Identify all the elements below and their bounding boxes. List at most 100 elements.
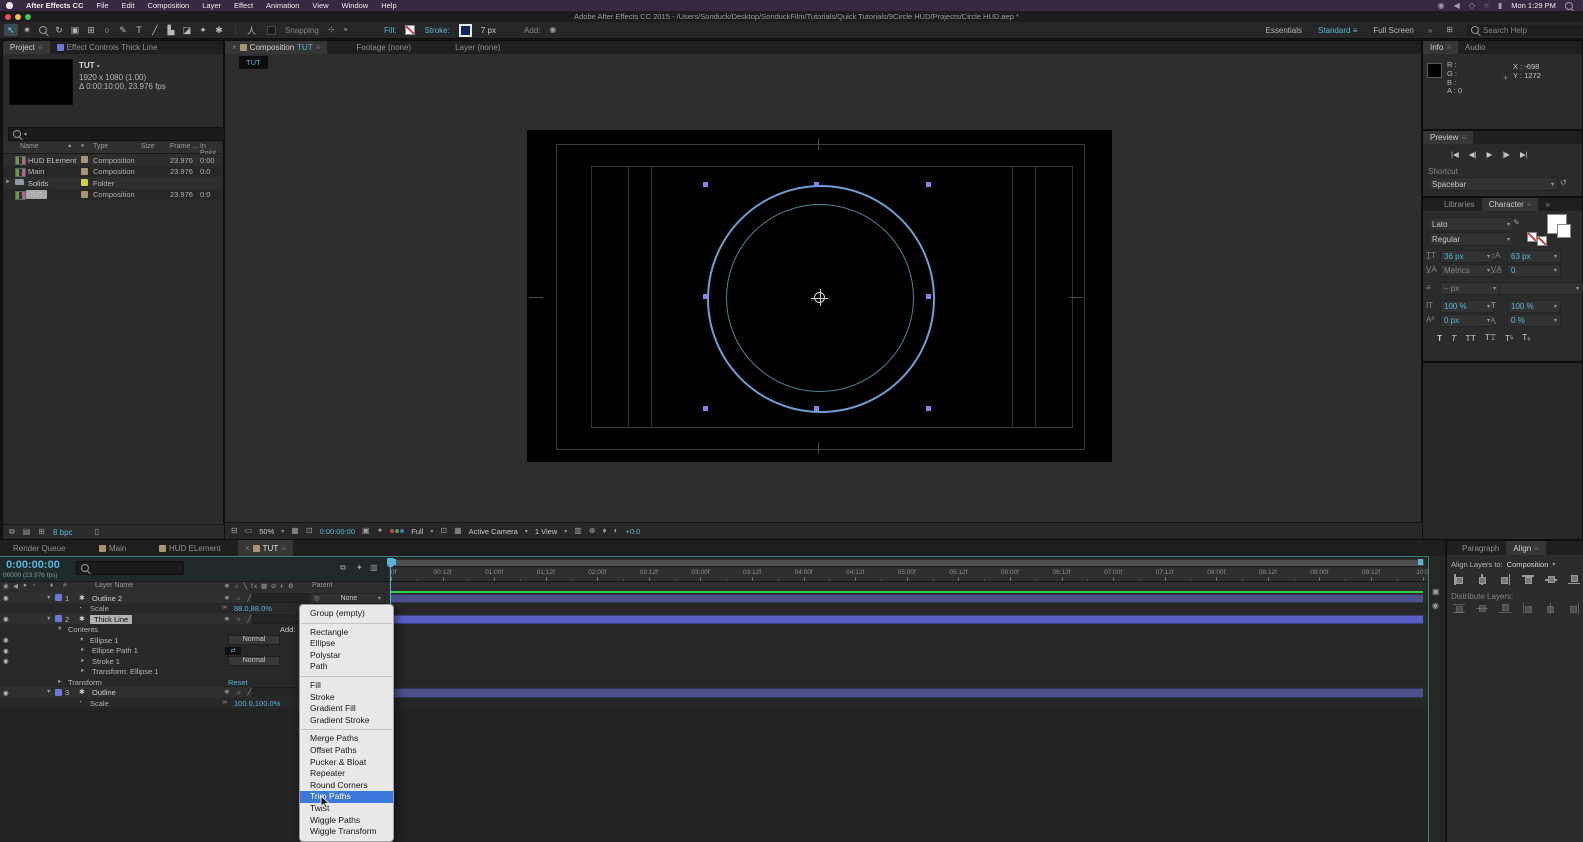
layer-name[interactable]: Outline 2 [92, 594, 122, 603]
clone-stamp-tool-icon[interactable]: ▙ [164, 24, 178, 36]
property-row[interactable]: ◔Scale∞88.0,88.0%I [0, 602, 1428, 614]
group-name[interactable]: Ellipse 1 [90, 636, 118, 645]
project-item-name[interactable]: TUT [26, 190, 47, 200]
property-value[interactable]: 88.0,88.0% [234, 604, 272, 613]
first-frame-button[interactable]: |◀ [1451, 150, 1459, 159]
blend-mode-select[interactable]: Normal [228, 635, 280, 645]
fill-label[interactable]: Fill: [384, 26, 396, 35]
add-shape-button[interactable]: Add: [280, 625, 295, 634]
property-row[interactable]: ◉►Ellipse Path 1⇄I [0, 644, 1428, 656]
project-row[interactable]: ► Solids Folder [3, 177, 221, 189]
layer-row[interactable]: ◉▼3✱Outline❖ ☼ ╱◎None▾ [0, 686, 1428, 698]
snap-guide-icon[interactable]: ⌖ [344, 26, 349, 34]
stroke-width-value[interactable]: 7 px [481, 26, 496, 35]
group-twirl-icon[interactable]: ► [80, 658, 85, 664]
all-caps-icon[interactable]: TT [1465, 333, 1475, 343]
eyedropper-icon[interactable]: ✎ [1513, 219, 1520, 227]
kerning-select[interactable]: Metrics ▾ [1440, 264, 1494, 277]
show-snapshot-icon[interactable]: ✦ [377, 527, 384, 535]
tab-comp-tut[interactable]: × TUT ≡ [238, 540, 293, 556]
mask-visibility-icon[interactable]: ⊡ [306, 527, 313, 535]
transparency-grid-icon[interactable]: ▦ [454, 527, 462, 535]
layer-switches[interactable]: ❖ ☼ ╱ [224, 594, 253, 602]
project-row[interactable]: HUD ELement Composition 23.976 0:00 [3, 154, 221, 166]
align-bottom-icon[interactable] [1568, 574, 1580, 585]
tab-preview[interactable]: Preview ≡ [1423, 131, 1474, 144]
fast-previews-icon[interactable]: ⊕ [589, 527, 596, 535]
tsume-select[interactable]: 0 % ▾ [1507, 314, 1561, 327]
layer-duration-bar[interactable] [391, 688, 1423, 698]
stroke-color-swatch[interactable] [458, 23, 472, 37]
exposure-value[interactable]: +0.0 [625, 527, 640, 536]
distribute-right-icon[interactable] [1568, 603, 1580, 614]
no-fill-swatch[interactable] [1527, 232, 1537, 242]
tab-audio[interactable]: Audio [1458, 41, 1492, 54]
tracking-select[interactable]: 0 ▾ [1507, 264, 1561, 277]
shortcut-select[interactable]: Spacebar ▾ [1428, 177, 1558, 191]
group-twirl-icon[interactable]: ► [57, 679, 62, 685]
puppet-overlap-icon[interactable]: 人 [245, 24, 258, 37]
menubar-item[interactable]: Help [381, 1, 396, 10]
eye-toggle[interactable]: ◉ [3, 657, 9, 665]
frame-blending-icon[interactable]: ▥ [370, 564, 378, 572]
property-row[interactable]: ►Transform: Ellipse 1I [0, 665, 1428, 677]
property-row[interactable]: ◉►Stroke 1NormalI [0, 655, 1428, 667]
tab-libraries[interactable]: Libraries [1437, 198, 1482, 211]
new-composition-icon[interactable]: ⊞ [38, 528, 45, 536]
group-twirl-icon[interactable]: ▼ [57, 626, 62, 632]
tab-layer[interactable]: Layer (none) [448, 41, 507, 54]
selection-handle[interactable] [703, 294, 708, 299]
selection-handle[interactable] [926, 294, 931, 299]
menubar-item[interactable]: Effect [234, 1, 253, 10]
menu-item-repeater[interactable]: Repeater [300, 768, 393, 780]
tab-info[interactable]: Info ≡ [1423, 41, 1459, 54]
close-window-button[interactable] [5, 13, 11, 20]
snap-grid-icon[interactable]: ⊹ [328, 26, 335, 34]
layer-name[interactable]: Thick Line [90, 614, 133, 624]
selected-item-name[interactable]: TUT [79, 61, 95, 70]
menu-item-twist[interactable]: Twist [300, 803, 393, 815]
reset-shortcut-icon[interactable]: ↺ [1560, 179, 1567, 187]
play-button[interactable]: ▶ [1486, 150, 1492, 159]
menu-item-fill[interactable]: Fill [300, 680, 393, 692]
align-top-icon[interactable] [1522, 574, 1534, 585]
parent-select[interactable]: ◎None▾ [310, 593, 385, 604]
font-family-select[interactable]: Lato ▾ [1428, 217, 1514, 231]
eye-toggle[interactable]: ◉ [3, 689, 9, 697]
layer-duration-bar[interactable] [391, 614, 1423, 624]
workspace-essentials[interactable]: Essentials [1266, 26, 1302, 35]
project-item-name[interactable]: Main [28, 167, 44, 176]
eye-toggle[interactable]: ◉ [3, 615, 9, 623]
layer-duration-bar[interactable] [391, 593, 1423, 603]
faux-italic-icon[interactable]: T [1451, 333, 1456, 343]
property-value[interactable]: 100.0,100.0% [234, 699, 280, 708]
brush-tool-icon[interactable]: ╱ [148, 24, 162, 36]
project-bit-depth[interactable]: 8 bpc [53, 528, 73, 537]
snapshot-icon[interactable]: ▣ [362, 527, 370, 535]
sync-icon[interactable]: ○ [1484, 1, 1489, 10]
stopwatch-icon[interactable]: ◔ [78, 699, 82, 706]
roto-brush-tool-icon[interactable]: ✦ [196, 24, 210, 36]
selection-tool-icon[interactable]: ↖ [4, 24, 18, 36]
add-button-icon[interactable]: ◉ [549, 26, 556, 34]
anchor-point[interactable] [811, 289, 828, 306]
stopwatch-icon[interactable]: ◔ [78, 605, 82, 612]
tab-comp-main[interactable]: Main [92, 540, 133, 556]
label-color-chip[interactable] [81, 156, 88, 163]
workspace-standard[interactable]: Standard ≡ [1318, 26, 1357, 35]
faux-bold-icon[interactable]: T [1437, 333, 1442, 343]
menubar-item[interactable]: File [97, 1, 109, 10]
property-row[interactable]: ◔Scale∞100.0,100.0%I [0, 697, 1428, 709]
group-name[interactable]: Transform [68, 678, 102, 687]
group-twirl-icon[interactable]: ► [80, 647, 85, 653]
time-ruler[interactable]: 0f 00:12f 01:00f 01:12f 02:00f 02:12f 03:00f 03… [388, 557, 1429, 582]
property-name[interactable]: Scale [90, 604, 109, 613]
label-color-chip[interactable] [81, 179, 88, 187]
horizontal-scale-select[interactable]: 100 % ▾ [1507, 300, 1561, 313]
distribute-left-icon[interactable] [1522, 603, 1534, 614]
workspace-switcher-icon[interactable]: ⊞ [1446, 26, 1453, 34]
channel-icon[interactable] [390, 529, 405, 533]
tab-effect-controls[interactable]: Effect Controls Thick Line [50, 41, 165, 54]
selection-handle[interactable] [814, 182, 819, 187]
workspace-full-screen[interactable]: Full Screen [1373, 26, 1413, 35]
